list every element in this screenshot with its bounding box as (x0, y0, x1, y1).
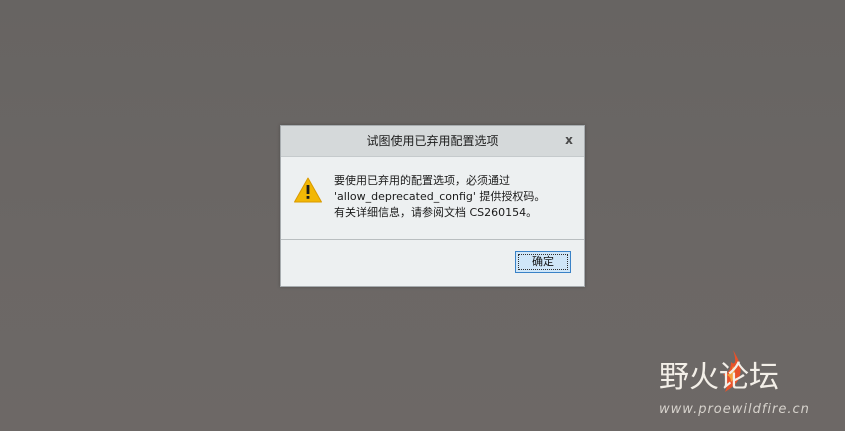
dialog-message: 要使用已弃用的配置选项，必须通过 'allow_deprecated_confi… (334, 173, 574, 221)
dialog-title: 试图使用已弃用配置选项 (366, 134, 499, 148)
deprecated-config-dialog: 试图使用已弃用配置选项 x 要使用已弃用的配置选项，必须通过 'allow_de… (280, 125, 585, 287)
warning-icon (294, 177, 322, 203)
watermark: 野火论坛 www.proewildfire.cn (655, 348, 840, 428)
watermark-brand: 野火论坛 (659, 360, 779, 395)
dialog-titlebar[interactable]: 试图使用已弃用配置选项 x (281, 126, 584, 157)
close-icon[interactable]: x (561, 132, 577, 148)
message-line: 有关详细信息，请参阅文档 CS260154。 (334, 206, 538, 219)
watermark-url: www.proewildfire.cn (659, 402, 810, 417)
message-line: 要使用已弃用的配置选项，必须通过 (334, 174, 510, 187)
ok-button-label: 确定 (532, 255, 554, 268)
ok-button[interactable]: 确定 (515, 251, 571, 273)
dialog-divider (281, 239, 584, 240)
message-line: 'allow_deprecated_config' 提供授权码。 (334, 190, 546, 203)
